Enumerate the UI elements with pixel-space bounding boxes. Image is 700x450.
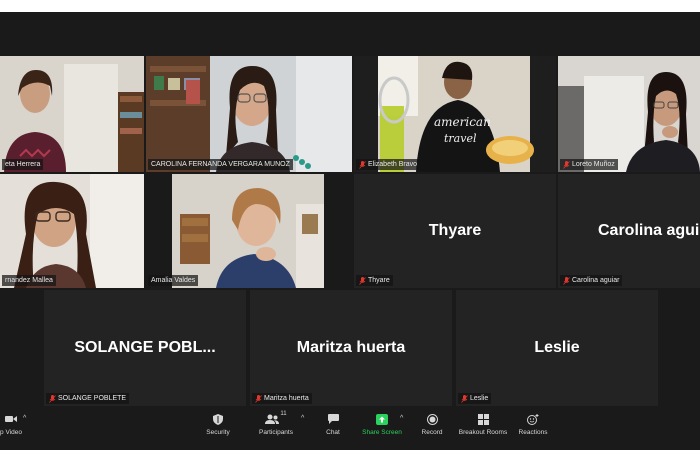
name-tile-p9[interactable]: SOLANGE POBL... SOLANGE POBLETE: [44, 290, 246, 406]
chat-label: Chat: [326, 429, 340, 436]
video-tile-p6[interactable]: Amalia Valdes: [146, 174, 352, 288]
name-tile-p10[interactable]: Maritza huerta Maritza huerta: [250, 290, 452, 406]
participant-video: [146, 56, 352, 172]
breakout-rooms-label: Breakout Rooms: [458, 429, 508, 436]
participant-video: [146, 174, 352, 288]
chat-bubble-icon: [327, 411, 339, 427]
record-button[interactable]: Record: [418, 408, 446, 438]
shield-icon: [213, 411, 223, 427]
participant-name-tag: rnandez Mallea: [2, 275, 56, 286]
chat-button[interactable]: Chat: [320, 408, 346, 438]
name-tile-p11[interactable]: Leslie Leslie: [456, 290, 658, 406]
participant-display-name: SOLANGE POBL...: [74, 339, 216, 356]
video-camera-icon: [5, 411, 17, 427]
participants-icon-group: 11: [265, 411, 287, 427]
name-tile-p8[interactable]: Carolina agui Carolina aguiar: [558, 174, 700, 288]
participants-button[interactable]: 11 Participants: [255, 408, 297, 438]
record-icon: [426, 411, 438, 427]
participant-display-name: Thyare: [428, 222, 482, 239]
participants-count: 11: [280, 411, 287, 417]
participant-name-tag: Elizabeth Bravo: [356, 159, 421, 170]
participant-display-name: Leslie: [534, 339, 580, 356]
participant-name-tag: Maritza huerta: [252, 393, 312, 404]
share-options-caret-icon[interactable]: ^: [400, 415, 403, 422]
stop-video-button[interactable]: p Video: [0, 408, 22, 438]
video-tile-p1[interactable]: eta Herrera: [0, 56, 144, 172]
participant-name-tag: Amalia Valdes: [148, 275, 199, 286]
participant-name-tag: eta Herrera: [2, 159, 44, 170]
reactions-button[interactable]: Reactions: [516, 408, 550, 438]
participant-video: [0, 174, 144, 288]
breakout-rooms-button[interactable]: Breakout Rooms: [456, 408, 510, 438]
svg-text:travel: travel: [444, 132, 477, 145]
share-screen-label: Share Screen: [362, 429, 402, 436]
mic-muted-icon: [461, 394, 468, 403]
participant-display-name: Carolina agui: [598, 222, 700, 239]
record-label: Record: [421, 429, 443, 436]
participant-name-tag: Loreto Muñoz: [560, 159, 618, 170]
mic-muted-icon: [359, 276, 366, 285]
participant-video: american travel: [354, 56, 556, 172]
participants-options-caret-icon[interactable]: ^: [301, 415, 304, 422]
participant-display-name: Maritza huerta: [296, 339, 406, 356]
participant-name-tag: Leslie: [458, 393, 492, 404]
breakout-rooms-icon: [477, 411, 489, 427]
share-screen-icon: [376, 411, 388, 427]
stop-video-label: p Video: [0, 429, 22, 436]
video-tile-p3[interactable]: american travel Elizabeth Bravo: [354, 56, 556, 172]
video-tile-p4[interactable]: Loreto Muñoz: [558, 56, 700, 172]
video-options-caret-icon[interactable]: ^: [23, 415, 26, 422]
meeting-toolbar: p Video ^ Security 11 Participants ^ Cha…: [0, 408, 700, 438]
participant-name-tag: Carolina aguiar: [560, 275, 623, 286]
reactions-label: Reactions: [518, 429, 548, 436]
participant-video: [558, 56, 700, 172]
participants-label: Participants: [259, 429, 293, 436]
participants-icon: [265, 414, 280, 424]
meeting-window: eta Herrera CAROLINA FERNANDA VERGARA MU…: [0, 12, 700, 450]
share-screen-button[interactable]: Share Screen: [360, 408, 404, 438]
mic-muted-icon: [255, 394, 262, 403]
security-button[interactable]: Security: [198, 408, 238, 438]
mic-muted-icon: [49, 394, 56, 403]
mic-muted-icon: [563, 160, 570, 169]
video-tile-p5[interactable]: rnandez Mallea: [0, 174, 144, 288]
participant-name-tag: SOLANGE POBLETE: [46, 393, 130, 404]
smiley-plus-icon: [527, 411, 539, 427]
participant-video: [0, 56, 144, 172]
video-tile-p2[interactable]: CAROLINA FERNANDA VERGARA MUNOZ: [146, 56, 352, 172]
mic-muted-icon: [563, 276, 570, 285]
participant-name-tag: CAROLINA FERNANDA VERGARA MUNOZ: [148, 159, 293, 170]
name-tile-p7[interactable]: Thyare Thyare: [354, 174, 556, 288]
mic-muted-icon: [359, 160, 366, 169]
svg-text:american: american: [434, 115, 491, 129]
security-label: Security: [206, 429, 230, 436]
participant-name-tag: Thyare: [356, 275, 393, 286]
